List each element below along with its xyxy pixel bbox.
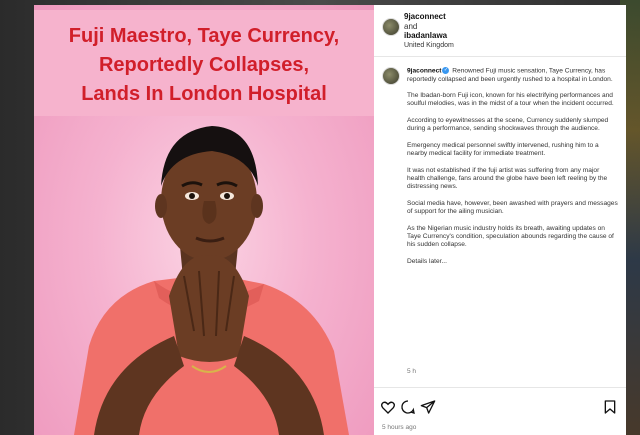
caption-paragraph: As the Nigerian music industry holds its… — [407, 224, 614, 249]
posted-time: 5 hours ago — [382, 424, 417, 431]
and-text: and — [404, 22, 418, 31]
post-header: 9jaconnect and ibadanlawa United Kingdom — [374, 5, 626, 57]
caption-area: 9jaconnect ✓ Renowned Fuji music sensatio… — [374, 57, 626, 387]
caption-age: 5 h — [407, 368, 417, 375]
post-info-panel: 9jaconnect and ibadanlawa United Kingdom… — [374, 5, 626, 435]
post-modal: Fuji Maestro, Taye Currency, Reportedly … — [34, 5, 626, 435]
action-bar: 5 hours ago — [374, 387, 626, 435]
heart-icon[interactable] — [380, 399, 396, 415]
headline-text: Fuji Maestro, Taye Currency, Reportedly … — [68, 25, 340, 105]
caption-paragraph: Emergency medical personnel swiftly inte… — [407, 141, 599, 158]
comment-icon[interactable] — [400, 399, 416, 415]
caption-paragraph: It was not established if the fuji artis… — [407, 166, 608, 191]
musician-photo — [74, 126, 349, 435]
collaborator-username[interactable]: ibadanlawa — [404, 31, 447, 40]
verified-badge-icon: ✓ — [442, 67, 450, 74]
author-avatar[interactable] — [382, 18, 400, 36]
caption-paragraph: Details later... — [407, 258, 447, 266]
share-icon[interactable] — [420, 399, 436, 415]
caption-avatar[interactable] — [382, 67, 400, 85]
caption-paragraph: According to eyewitnesses at the scene, … — [407, 117, 609, 133]
location-link[interactable]: United Kingdom — [404, 42, 454, 49]
caption-paragraph: The Ibadan-born Fuji icon, known for his… — [407, 92, 614, 108]
bookmark-icon[interactable] — [602, 399, 618, 415]
author-username[interactable]: 9jaconnect — [404, 12, 446, 21]
headline-banner: Fuji Maestro, Taye Currency, Reportedly … — [34, 10, 374, 116]
post-image: Fuji Maestro, Taye Currency, Reportedly … — [34, 5, 374, 435]
caption-username[interactable]: 9jaconnect — [407, 67, 441, 74]
caption: 9jaconnect ✓ Renowned Fuji music sensatio… — [407, 67, 619, 275]
caption-paragraph: Social media have, however, been awashed… — [407, 200, 618, 216]
